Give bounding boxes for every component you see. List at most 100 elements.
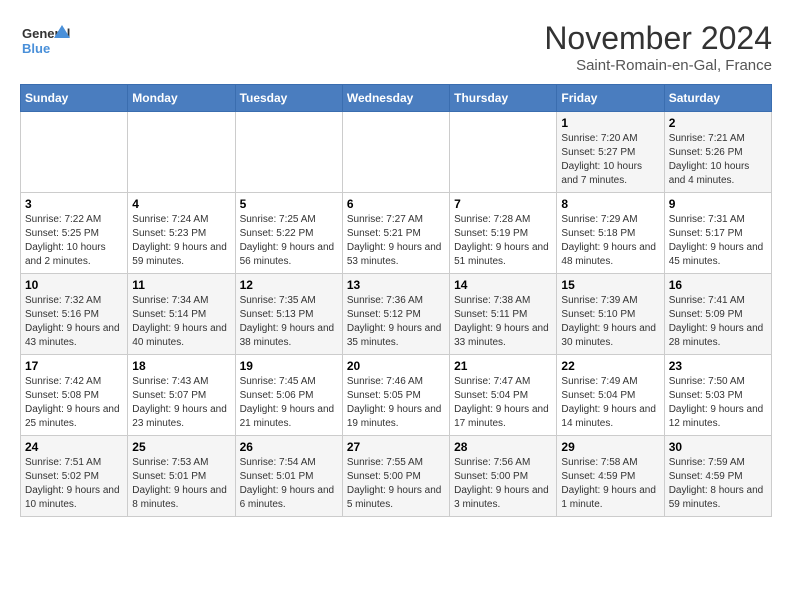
day-number: 16	[669, 278, 767, 292]
day-number: 10	[25, 278, 123, 292]
week-row-5: 24 Sunrise: 7:51 AM Sunset: 5:02 PM Dayli…	[21, 436, 772, 517]
day-number: 20	[347, 359, 445, 373]
logo: General Blue	[20, 20, 70, 62]
day-info: Sunrise: 7:31 AM Sunset: 5:17 PM Dayligh…	[669, 213, 767, 269]
day-info: Sunrise: 7:59 AM Sunset: 4:59 PM Dayligh…	[669, 456, 767, 512]
calendar-cell: 16 Sunrise: 7:41 AM Sunset: 5:09 PM Dayli…	[664, 274, 771, 355]
calendar-cell: 14 Sunrise: 7:38 AM Sunset: 5:11 PM Dayli…	[450, 274, 557, 355]
calendar-cell: 23 Sunrise: 7:50 AM Sunset: 5:03 PM Dayli…	[664, 355, 771, 436]
calendar-cell: 7Sunrise: 7:28 AM Sunset: 5:19 PM Daylig…	[450, 193, 557, 274]
day-number: 26	[240, 440, 338, 454]
calendar-cell	[450, 112, 557, 193]
week-row-3: 10 Sunrise: 7:32 AM Sunset: 5:16 PM Dayli…	[21, 274, 772, 355]
page-header: General Blue November 2024 Saint-Romain-…	[20, 20, 772, 74]
calendar-cell: 9 Sunrise: 7:31 AM Sunset: 5:17 PM Daylig…	[664, 193, 771, 274]
day-info: Sunrise: 7:47 AM Sunset: 5:04 PM Dayligh…	[454, 375, 552, 431]
location-subtitle: Saint-Romain-en-Gal, France	[544, 57, 772, 74]
weekday-header-sunday: Sunday	[21, 85, 128, 112]
calendar-body: 1 Sunrise: 7:20 AM Sunset: 5:27 PM Daylig…	[21, 112, 772, 517]
day-info: Sunrise: 7:43 AM Sunset: 5:07 PM Dayligh…	[132, 375, 230, 431]
calendar-cell: 12 Sunrise: 7:35 AM Sunset: 5:13 PM Dayli…	[235, 274, 342, 355]
day-number: 17	[25, 359, 123, 373]
day-info: Sunrise: 7:21 AM Sunset: 5:26 PM Dayligh…	[669, 132, 767, 188]
logo-svg: General Blue	[20, 20, 70, 62]
day-number: 3	[25, 197, 123, 211]
day-number: 27	[347, 440, 445, 454]
day-info: Sunrise: 7:22 AM Sunset: 5:25 PM Dayligh…	[25, 213, 123, 269]
svg-text:Blue: Blue	[22, 41, 50, 56]
calendar-cell: 29 Sunrise: 7:58 AM Sunset: 4:59 PM Dayli…	[557, 436, 664, 517]
day-number: 22	[561, 359, 659, 373]
day-number: 23	[669, 359, 767, 373]
day-number: 18	[132, 359, 230, 373]
weekday-header-tuesday: Tuesday	[235, 85, 342, 112]
day-info: Sunrise: 7:24 AM Sunset: 5:23 PM Dayligh…	[132, 213, 230, 269]
day-number: 12	[240, 278, 338, 292]
calendar-cell: 11Sunrise: 7:34 AM Sunset: 5:14 PM Dayli…	[128, 274, 235, 355]
day-number: 15	[561, 278, 659, 292]
day-number: 7	[454, 197, 552, 211]
calendar-table: SundayMondayTuesdayWednesdayThursdayFrid…	[20, 84, 772, 517]
day-number: 5	[240, 197, 338, 211]
day-number: 21	[454, 359, 552, 373]
day-info: Sunrise: 7:45 AM Sunset: 5:06 PM Dayligh…	[240, 375, 338, 431]
day-info: Sunrise: 7:54 AM Sunset: 5:01 PM Dayligh…	[240, 456, 338, 512]
day-info: Sunrise: 7:32 AM Sunset: 5:16 PM Dayligh…	[25, 294, 123, 350]
day-info: Sunrise: 7:27 AM Sunset: 5:21 PM Dayligh…	[347, 213, 445, 269]
day-info: Sunrise: 7:41 AM Sunset: 5:09 PM Dayligh…	[669, 294, 767, 350]
calendar-cell	[342, 112, 449, 193]
weekday-row: SundayMondayTuesdayWednesdayThursdayFrid…	[21, 85, 772, 112]
calendar-cell: 10 Sunrise: 7:32 AM Sunset: 5:16 PM Dayli…	[21, 274, 128, 355]
day-number: 13	[347, 278, 445, 292]
day-info: Sunrise: 7:56 AM Sunset: 5:00 PM Dayligh…	[454, 456, 552, 512]
day-info: Sunrise: 7:42 AM Sunset: 5:08 PM Dayligh…	[25, 375, 123, 431]
weekday-header-monday: Monday	[128, 85, 235, 112]
day-info: Sunrise: 7:49 AM Sunset: 5:04 PM Dayligh…	[561, 375, 659, 431]
day-info: Sunrise: 7:39 AM Sunset: 5:10 PM Dayligh…	[561, 294, 659, 350]
weekday-header-saturday: Saturday	[664, 85, 771, 112]
day-number: 25	[132, 440, 230, 454]
day-info: Sunrise: 7:20 AM Sunset: 5:27 PM Dayligh…	[561, 132, 659, 188]
calendar-cell: 1 Sunrise: 7:20 AM Sunset: 5:27 PM Daylig…	[557, 112, 664, 193]
day-info: Sunrise: 7:29 AM Sunset: 5:18 PM Dayligh…	[561, 213, 659, 269]
day-number: 14	[454, 278, 552, 292]
day-number: 29	[561, 440, 659, 454]
day-info: Sunrise: 7:53 AM Sunset: 5:01 PM Dayligh…	[132, 456, 230, 512]
weekday-header-thursday: Thursday	[450, 85, 557, 112]
calendar-cell: 21 Sunrise: 7:47 AM Sunset: 5:04 PM Dayli…	[450, 355, 557, 436]
calendar-cell: 6 Sunrise: 7:27 AM Sunset: 5:21 PM Daylig…	[342, 193, 449, 274]
day-number: 9	[669, 197, 767, 211]
calendar-cell: 3 Sunrise: 7:22 AM Sunset: 5:25 PM Daylig…	[21, 193, 128, 274]
day-info: Sunrise: 7:51 AM Sunset: 5:02 PM Dayligh…	[25, 456, 123, 512]
calendar-cell: 2 Sunrise: 7:21 AM Sunset: 5:26 PM Daylig…	[664, 112, 771, 193]
day-number: 4	[132, 197, 230, 211]
day-number: 2	[669, 116, 767, 130]
calendar-header: SundayMondayTuesdayWednesdayThursdayFrid…	[21, 85, 772, 112]
day-info: Sunrise: 7:25 AM Sunset: 5:22 PM Dayligh…	[240, 213, 338, 269]
day-info: Sunrise: 7:34 AM Sunset: 5:14 PM Dayligh…	[132, 294, 230, 350]
calendar-cell: 5 Sunrise: 7:25 AM Sunset: 5:22 PM Daylig…	[235, 193, 342, 274]
calendar-cell: 13 Sunrise: 7:36 AM Sunset: 5:12 PM Dayli…	[342, 274, 449, 355]
week-row-2: 3 Sunrise: 7:22 AM Sunset: 5:25 PM Daylig…	[21, 193, 772, 274]
day-info: Sunrise: 7:36 AM Sunset: 5:12 PM Dayligh…	[347, 294, 445, 350]
calendar-cell: 17 Sunrise: 7:42 AM Sunset: 5:08 PM Dayli…	[21, 355, 128, 436]
day-info: Sunrise: 7:35 AM Sunset: 5:13 PM Dayligh…	[240, 294, 338, 350]
calendar-cell: 26 Sunrise: 7:54 AM Sunset: 5:01 PM Dayli…	[235, 436, 342, 517]
calendar-cell: 18 Sunrise: 7:43 AM Sunset: 5:07 PM Dayli…	[128, 355, 235, 436]
day-info: Sunrise: 7:50 AM Sunset: 5:03 PM Dayligh…	[669, 375, 767, 431]
day-info: Sunrise: 7:55 AM Sunset: 5:00 PM Dayligh…	[347, 456, 445, 512]
calendar-cell: 22 Sunrise: 7:49 AM Sunset: 5:04 PM Dayli…	[557, 355, 664, 436]
day-number: 1	[561, 116, 659, 130]
calendar-cell	[128, 112, 235, 193]
calendar-cell: 30Sunrise: 7:59 AM Sunset: 4:59 PM Dayli…	[664, 436, 771, 517]
calendar-cell: 4 Sunrise: 7:24 AM Sunset: 5:23 PM Daylig…	[128, 193, 235, 274]
day-number: 6	[347, 197, 445, 211]
day-info: Sunrise: 7:46 AM Sunset: 5:05 PM Dayligh…	[347, 375, 445, 431]
week-row-1: 1 Sunrise: 7:20 AM Sunset: 5:27 PM Daylig…	[21, 112, 772, 193]
day-number: 28	[454, 440, 552, 454]
day-number: 24	[25, 440, 123, 454]
calendar-cell: 19Sunrise: 7:45 AM Sunset: 5:06 PM Dayli…	[235, 355, 342, 436]
day-info: Sunrise: 7:38 AM Sunset: 5:11 PM Dayligh…	[454, 294, 552, 350]
day-info: Sunrise: 7:58 AM Sunset: 4:59 PM Dayligh…	[561, 456, 659, 512]
calendar-cell	[235, 112, 342, 193]
